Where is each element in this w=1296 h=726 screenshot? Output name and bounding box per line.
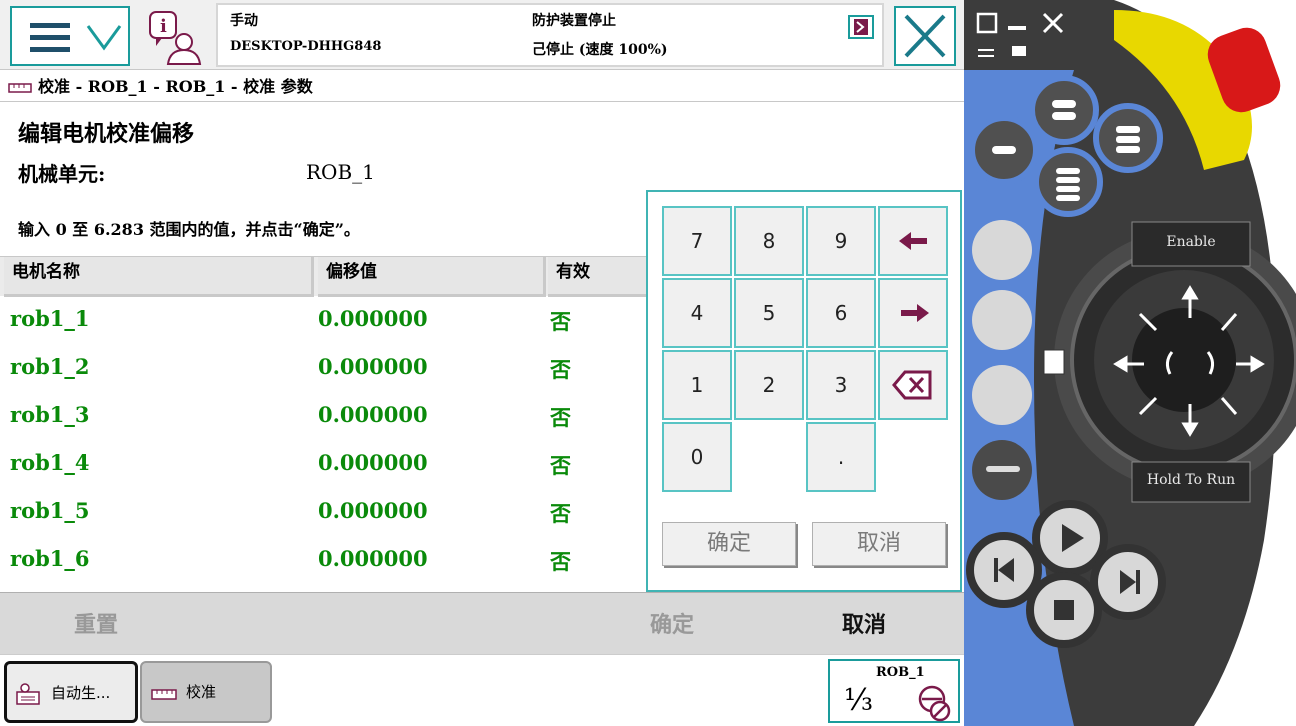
close-icon <box>904 14 946 58</box>
mechanical-unit-label: 机械单元: <box>18 162 106 186</box>
screenshot-icon[interactable] <box>1012 46 1026 56</box>
valid-flag: 否 <box>550 357 571 382</box>
keypad-ok-button[interactable]: 确定 <box>662 522 796 566</box>
quickset-unit: ROB_1 <box>876 665 925 680</box>
svg-text:i: i <box>160 16 167 37</box>
offset-value[interactable]: 0.000000 <box>318 354 428 379</box>
page-title: 编辑电机校准偏移 <box>18 121 195 147</box>
taskbar: 自动生... 校准 ROB_1 ⅓ <box>0 654 964 726</box>
quickset-button[interactable]: ROB_1 ⅓ <box>828 659 960 723</box>
production-window-icon <box>16 683 40 705</box>
top-bar: i 手动 DESKTOP-DHHG848 防护装置停止 己停止 (速度 100%… <box>0 0 964 70</box>
task-label: 自动生... <box>51 684 111 702</box>
speed-icon <box>848 15 874 39</box>
table-row[interactable]: rob1_1 0.000000 否 <box>0 296 646 344</box>
hamburger-icon <box>30 23 70 53</box>
key-6[interactable]: 6 <box>806 278 876 348</box>
key-3[interactable]: 3 <box>806 350 876 420</box>
main-menu-button[interactable] <box>10 6 130 66</box>
column-header-offset[interactable]: 偏移值 <box>318 257 546 297</box>
chevron-down-icon <box>86 25 122 51</box>
controller-host: DESKTOP-DHHG848 <box>230 39 382 54</box>
no-increment-icon <box>918 685 951 722</box>
key-4[interactable]: 4 <box>662 278 732 348</box>
key-1[interactable]: 1 <box>662 350 732 420</box>
numeric-keypad: 7 8 9 4 5 6 1 2 3 0 . 确定 取消 <box>646 190 962 592</box>
task-calibration[interactable]: 校准 <box>140 661 272 723</box>
flexpendant-hardware: Enable Hold To Run <box>964 0 1296 726</box>
mechanical-unit-value: ROB_1 <box>306 160 375 184</box>
offset-value[interactable]: 0.000000 <box>318 306 428 331</box>
ok-button[interactable]: 确定 <box>650 607 694 639</box>
key-2[interactable]: 2 <box>734 350 804 420</box>
offset-value[interactable]: 0.000000 <box>318 546 428 571</box>
valid-flag: 否 <box>550 405 571 430</box>
offset-value[interactable]: 0.000000 <box>318 450 428 475</box>
offset-value[interactable]: 0.000000 <box>318 402 428 427</box>
offset-value[interactable]: 0.000000 <box>318 498 428 523</box>
increment-indicator: ⅓ <box>844 683 874 718</box>
select-unit-button[interactable] <box>972 220 1032 280</box>
cursor-right-key[interactable] <box>878 278 948 348</box>
cursor-left-key[interactable] <box>878 206 948 276</box>
motor-name: rob1_6 <box>10 546 90 571</box>
table-row[interactable]: rob1_3 0.000000 否 <box>0 392 646 440</box>
flexpendant-screen: i 手动 DESKTOP-DHHG848 防护装置停止 己停止 (速度 100%… <box>0 0 964 726</box>
operating-mode: 手动 <box>230 13 258 29</box>
programmable-key-1[interactable] <box>1029 75 1099 145</box>
cancel-button[interactable]: 取消 <box>842 607 886 639</box>
motor-name: rob1_4 <box>10 450 90 475</box>
motor-name: rob1_3 <box>10 402 90 427</box>
key-0[interactable]: 0 <box>662 422 732 492</box>
column-header-motor-name[interactable]: 电机名称 <box>4 257 314 297</box>
motor-name: rob1_2 <box>10 354 90 379</box>
column-header-valid[interactable]: 有效 <box>548 257 646 297</box>
status-panel[interactable]: 手动 DESKTOP-DHHG848 防护装置停止 己停止 (速度 100%) <box>216 3 884 67</box>
backspace-icon <box>892 370 932 400</box>
backspace-key[interactable] <box>878 350 948 420</box>
toggle-increment-button[interactable] <box>972 365 1032 425</box>
enable-label: Enable <box>1166 234 1216 250</box>
motor-name: rob1_1 <box>10 306 90 331</box>
run-state: 己停止 (速度 100%) <box>532 42 668 58</box>
minimize-icon[interactable] <box>1008 26 1026 30</box>
table-row[interactable]: rob1_5 0.000000 否 <box>0 488 646 536</box>
key-7[interactable]: 7 <box>662 206 732 276</box>
pendant-body <box>964 0 1296 726</box>
valid-flag: 否 <box>550 453 571 478</box>
table-row[interactable]: rob1_6 0.000000 否 <box>0 536 646 584</box>
task-label: 校准 <box>186 683 217 701</box>
motor-name: rob1_5 <box>10 498 90 523</box>
task-autoproduction[interactable]: 自动生... <box>4 661 138 723</box>
table-row[interactable]: rob1_4 0.000000 否 <box>0 440 646 488</box>
command-bar: 重置 确定 取消 <box>0 592 964 654</box>
usb-port-icon <box>1043 349 1065 375</box>
close-button[interactable] <box>894 6 956 66</box>
breadcrumb-text: 校准 - ROB_1 - ROB_1 - 校准 参数 <box>38 77 313 96</box>
motor-table: rob1_1 0.000000 否 rob1_2 0.000000 否 rob1… <box>0 296 646 584</box>
table-row[interactable]: rob1_2 0.000000 否 <box>0 344 646 392</box>
breadcrumb: 校准 - ROB_1 - ROB_1 - 校准 参数 <box>0 72 964 102</box>
reset-button[interactable]: 重置 <box>74 607 118 639</box>
guard-status: 防护装置停止 <box>532 13 616 29</box>
valid-flag: 否 <box>550 501 571 526</box>
toggle-motion-mode-button[interactable] <box>972 290 1032 350</box>
valid-flag: 否 <box>550 549 571 574</box>
table-header: 电机名称 偏移值 有效 <box>0 256 646 297</box>
key-9[interactable]: 9 <box>806 206 876 276</box>
key-8[interactable]: 8 <box>734 206 804 276</box>
hold-to-run-label: Hold To Run <box>1146 472 1236 488</box>
calibration-icon <box>151 689 177 700</box>
key-decimal[interactable]: . <box>806 422 876 492</box>
calibration-icon <box>8 82 32 93</box>
key-5[interactable]: 5 <box>734 278 804 348</box>
arrow-right-icon <box>901 304 929 322</box>
event-log-icon[interactable]: i <box>146 8 206 66</box>
instruction-text: 输入 0 至 6.283 范围内的值，并点击“确定”。 <box>18 220 360 239</box>
arrow-left-icon <box>899 232 927 250</box>
keypad-cancel-button[interactable]: 取消 <box>812 522 946 566</box>
valid-flag: 否 <box>550 309 571 334</box>
